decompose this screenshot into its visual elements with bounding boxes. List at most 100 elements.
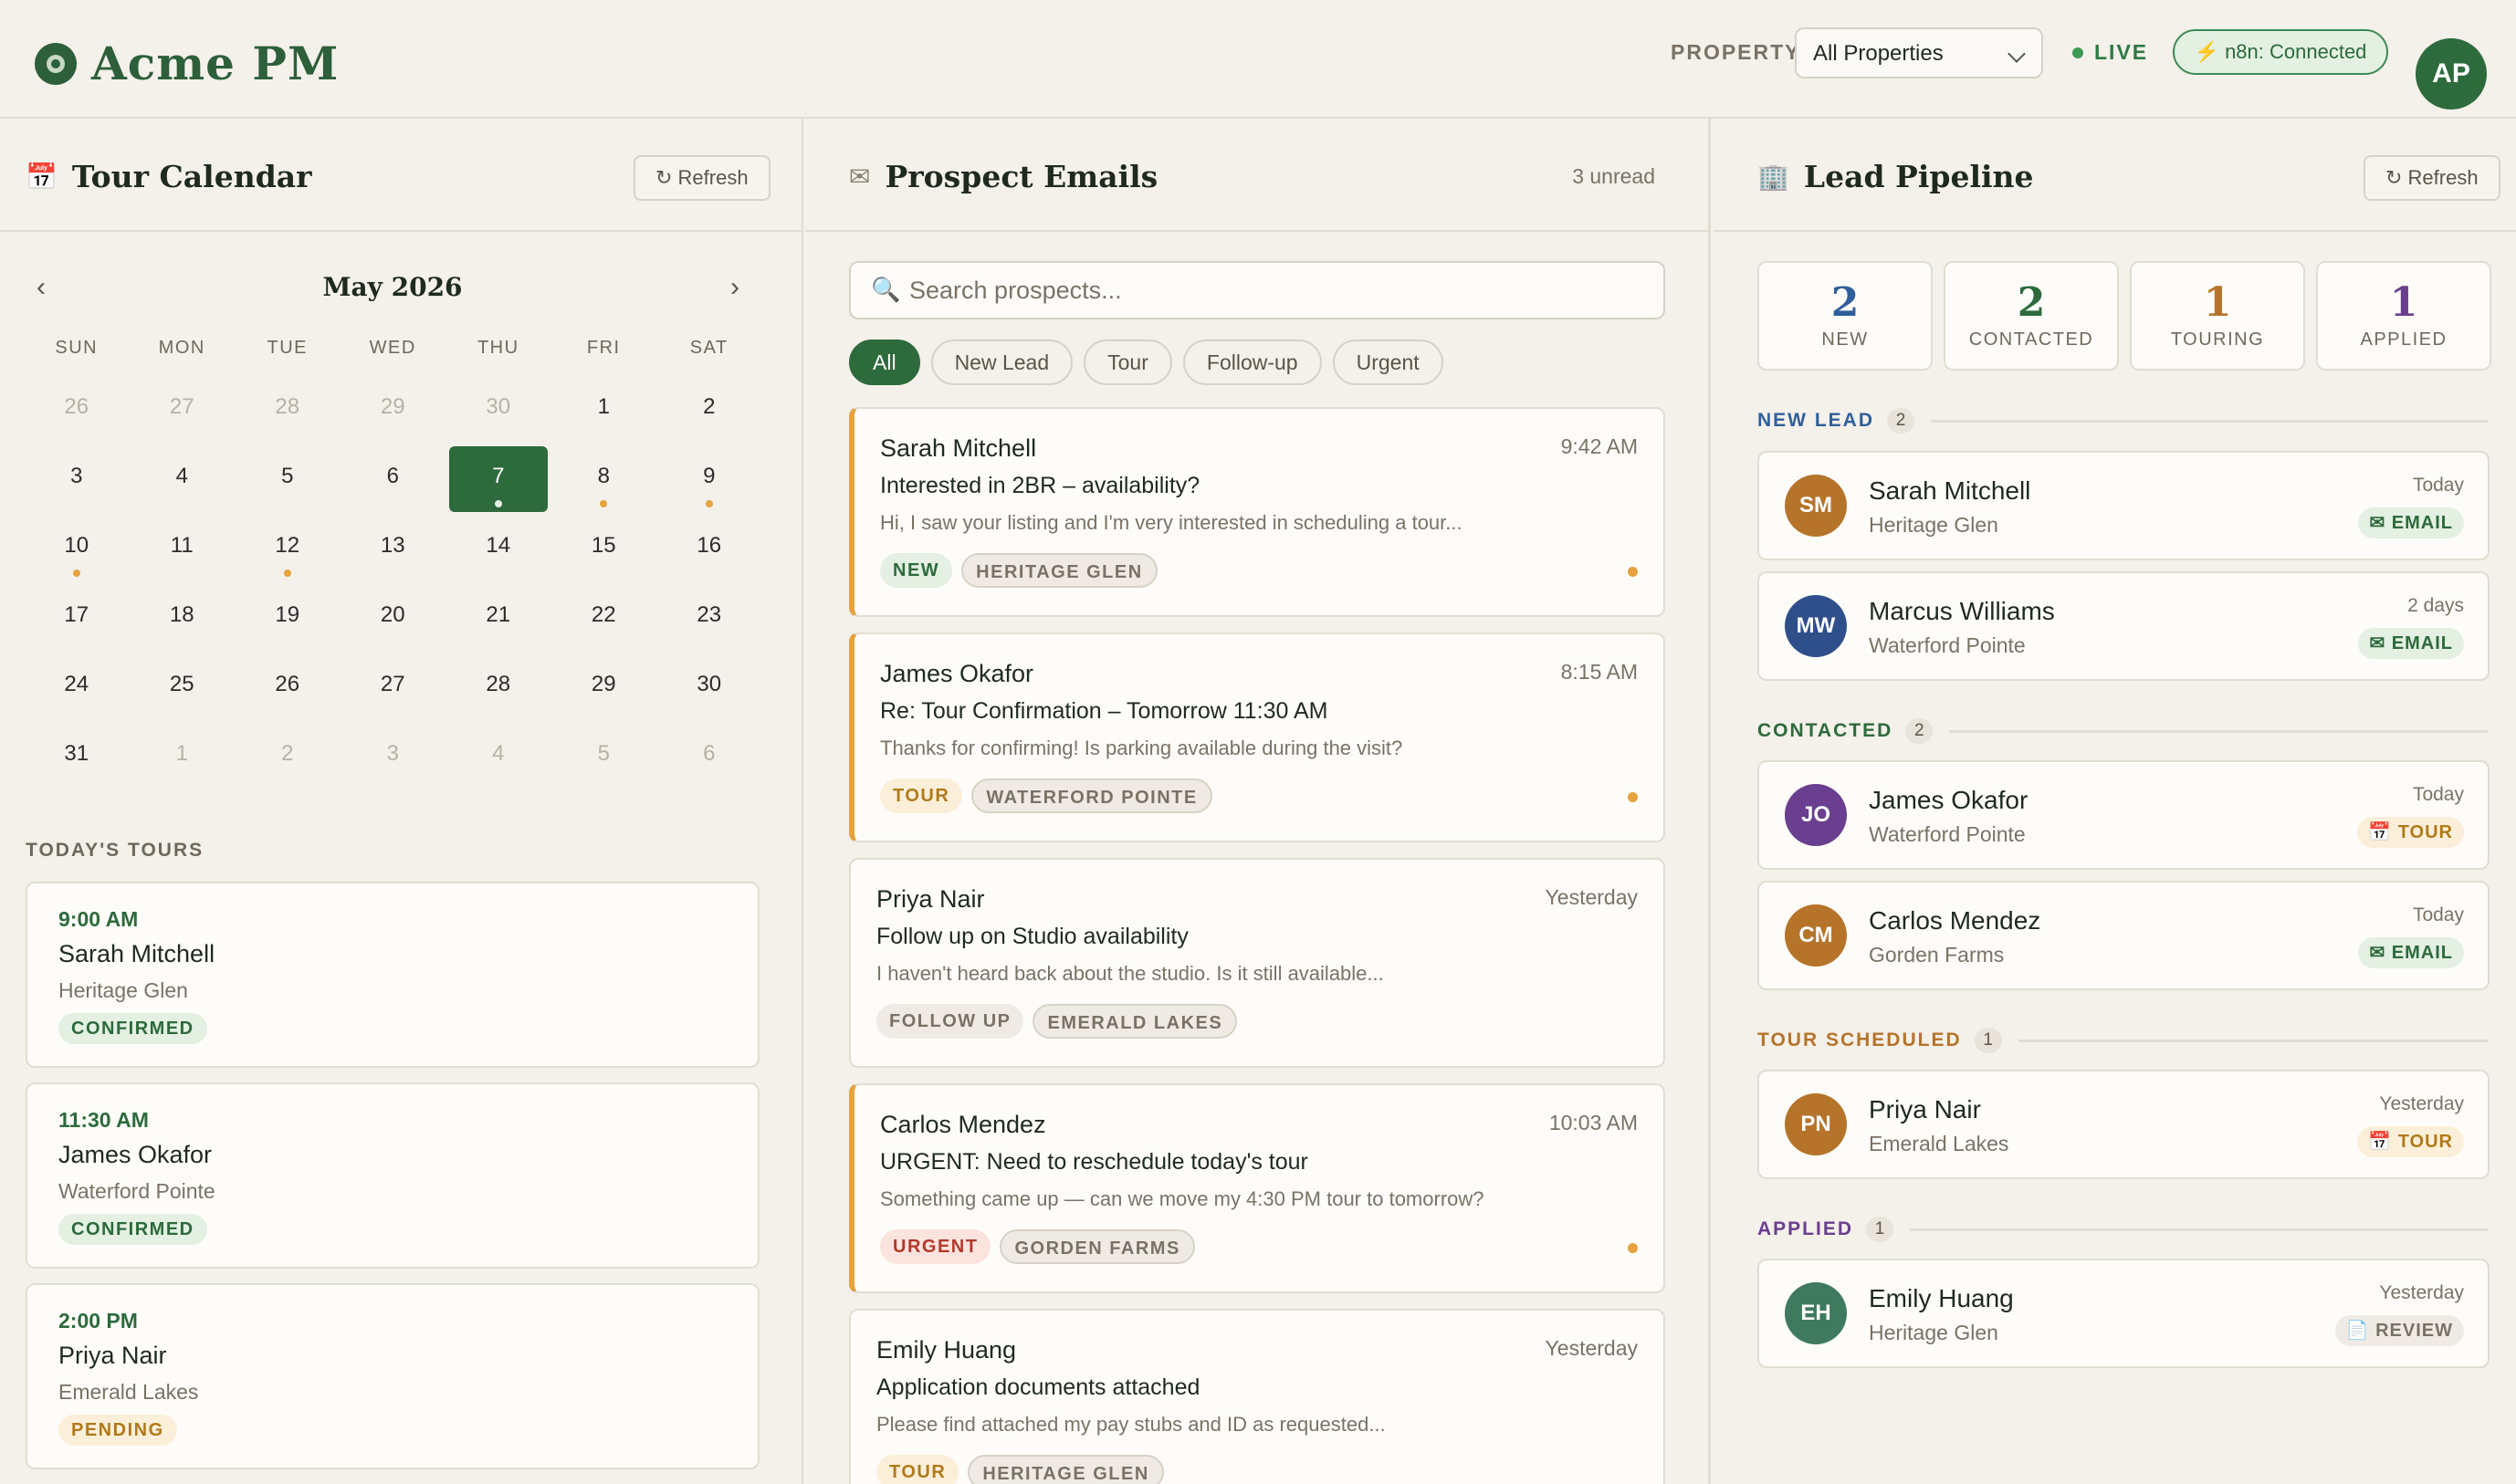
logo[interactable]: Acme PM [35,37,339,90]
email-item[interactable]: Priya Nair Yesterday Follow up on Studio… [849,858,1665,1068]
lead-name: Emily Huang [1869,1284,2014,1312]
calendar-day[interactable]: 28 [446,652,551,721]
calendar-day[interactable]: 25 [130,652,236,721]
weekday-label: SAT [689,338,729,358]
calendar-day[interactable]: 8 [551,444,657,513]
group-count: 2 [1887,408,1914,434]
calendar-day[interactable]: 4 [446,721,551,790]
lead-card[interactable]: JO James Okafor Waterford Pointe Today 📅… [1757,760,2490,870]
property-select[interactable]: All Properties [1795,27,2043,78]
lead-avatar: PN [1785,1093,1847,1155]
calendar-day[interactable]: 17 [24,582,130,652]
tour-status-badge: PENDING [58,1415,177,1446]
calendar-day[interactable]: 26 [235,652,341,721]
user-avatar[interactable]: AP [2416,38,2487,110]
lead-name: Sarah Mitchell [1869,476,2031,505]
calendar-day[interactable]: 27 [341,652,446,721]
calendar-day[interactable]: 27 [130,374,236,444]
calendar-day[interactable]: 30 [446,374,551,444]
calendar-day[interactable]: 26 [24,374,130,444]
tour-card[interactable]: 2:00 PM Priya Nair Emerald Lakes PENDING [26,1283,760,1469]
email-preview: Please find attached my pay stubs and ID… [876,1413,1386,1436]
calendar-day[interactable]: 3 [341,721,446,790]
stat-number: 2 [2017,279,2046,326]
email-item[interactable]: Sarah Mitchell 9:42 AM Interested in 2BR… [849,407,1665,617]
search-input[interactable] [909,274,1640,307]
email-item[interactable]: Emily Huang Yesterday Application docume… [849,1309,1665,1484]
calendar-day[interactable]: 2 [656,374,762,444]
calendar-day[interactable]: 6 [656,721,762,790]
calendar-day[interactable]: 29 [341,374,446,444]
calendar-day[interactable]: 16 [656,513,762,582]
calendar-day[interactable]: 22 [551,582,657,652]
calendar-day[interactable]: 24 [24,652,130,721]
email-property-tag: HERITAGE GLEN [961,553,1158,588]
email-item[interactable]: Carlos Mendez 10:03 AM URGENT: Need to r… [849,1083,1665,1293]
calendar-day[interactable]: 23 [656,582,762,652]
filter-chip-follow-up[interactable]: Follow-up [1182,340,1322,385]
lead-time: Yesterday [2379,1093,2464,1114]
calendar-day[interactable]: 29 [551,652,657,721]
lead-card[interactable]: PN Priya Nair Emerald Lakes Yesterday 📅 … [1757,1070,2490,1179]
tour-card[interactable]: 9:00 AM Sarah Mitchell Heritage Glen CON… [26,882,760,1068]
calendar-day[interactable]: 5 [551,721,657,790]
lead-property: Emerald Lakes [1869,1132,2009,1155]
filter-chip-urgent[interactable]: Urgent [1332,340,1443,385]
email-subject: Interested in 2BR – availability? [880,473,1200,498]
filter-chip-new-lead[interactable]: New Lead [930,340,1074,385]
calendar-day-today[interactable]: 7 [446,444,551,513]
calendar-day[interactable]: 30 [656,652,762,721]
calendar-day[interactable]: 10 [24,513,130,582]
filter-chip-all[interactable]: All [849,340,920,385]
stat-applied[interactable]: 1 APPLIED [2316,261,2491,371]
lead-card[interactable]: SM Sarah Mitchell Heritage Glen Today ✉ … [1757,451,2490,560]
calendar-day[interactable]: 3 [24,444,130,513]
lead-channel-badge: 📄 REVIEW [2334,1315,2464,1346]
group-count: 1 [1974,1028,2002,1053]
tour-property: Waterford Pointe [58,1179,215,1203]
calendar-day[interactable]: 15 [551,513,657,582]
lead-card[interactable]: CM Carlos Mendez Gorden Farms Today ✉ EM… [1757,881,2490,990]
calendar-day[interactable]: 9 [656,444,762,513]
stat-touring[interactable]: 1 TOURING [2130,261,2305,371]
calendar-day[interactable]: 19 [235,582,341,652]
calendar-day[interactable]: 6 [341,444,446,513]
leads-panel-header: 🏢 Lead Pipeline ↻ Refresh [1714,119,2516,232]
calendar-day[interactable]: 11 [130,513,236,582]
email-sender: Carlos Mendez [880,1111,1046,1138]
filter-chip-tour[interactable]: Tour [1084,340,1172,385]
lead-card[interactable]: EH Emily Huang Heritage Glen Yesterday 📄… [1757,1259,2490,1368]
calendar-day[interactable]: 4 [130,444,236,513]
group-header-new-lead: NEW LEAD 2 [1757,407,2488,434]
calendar-week: 3 4 5 6 7 8 9 [24,444,781,513]
calendar-day[interactable]: 2 [235,721,341,790]
calendar-day[interactable]: 31 [24,721,130,790]
calendar-day[interactable]: 28 [235,374,341,444]
stat-number: 1 [2389,279,2418,326]
next-month-button[interactable]: › [730,272,739,303]
stat-new[interactable]: 2 NEW [1757,261,1933,371]
n8n-status-badge[interactable]: ⚡ n8n: Connected [2173,29,2388,75]
calendar-refresh-button[interactable]: ↻ Refresh [634,155,771,201]
calendar-day[interactable]: 14 [446,513,551,582]
calendar-day[interactable]: 13 [341,513,446,582]
calendar-day[interactable]: 18 [130,582,236,652]
calendar-day[interactable]: 5 [235,444,341,513]
unread-dot-icon [1628,1243,1638,1253]
calendar-day[interactable]: 1 [130,721,236,790]
leads-refresh-button[interactable]: ↻ Refresh [2364,155,2500,201]
group-header-contacted: CONTACTED 2 [1757,717,2488,745]
calendar-day[interactable]: 20 [341,582,446,652]
stat-contacted[interactable]: 2 CONTACTED [1944,261,2119,371]
calendar-day[interactable]: 21 [446,582,551,652]
tour-card[interactable]: 11:30 AM James Okafor Waterford Pointe C… [26,1082,760,1269]
email-subject: URGENT: Need to reschedule today's tour [880,1149,1308,1175]
app-name: Acme PM [91,37,340,90]
lead-time: Today [2412,904,2464,925]
calendar-day[interactable]: 1 [551,374,657,444]
lead-card[interactable]: MW Marcus Williams Waterford Pointe 2 da… [1757,571,2490,681]
leads-title-text: Lead Pipeline [1803,159,2034,194]
calendar-day[interactable]: 12 [235,513,341,582]
search-box[interactable]: 🔍 [849,261,1665,319]
email-item[interactable]: James Okafor 8:15 AM Re: Tour Confirmati… [849,632,1665,842]
